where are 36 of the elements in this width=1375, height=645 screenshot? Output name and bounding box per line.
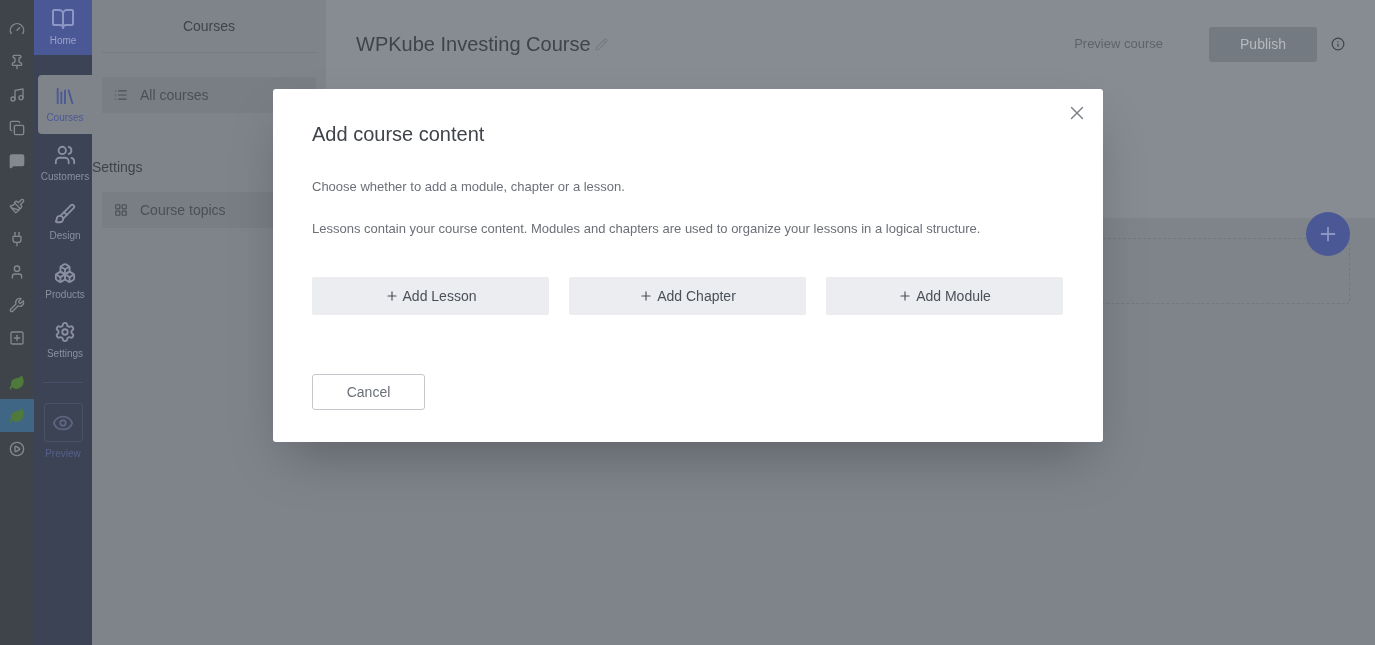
nav-tab[interactable]: Settings — [38, 311, 92, 370]
plus-icon — [384, 289, 399, 303]
users-icon — [54, 143, 76, 166]
add-fab[interactable] — [1306, 212, 1350, 256]
plug-icon[interactable] — [9, 230, 25, 247]
nav-tab[interactable]: Customers — [38, 134, 92, 193]
play-icon[interactable] — [9, 440, 25, 457]
leaf-icon[interactable] — [9, 374, 25, 391]
add-content-button[interactable]: Add Chapter — [569, 277, 806, 315]
gauge-icon[interactable] — [9, 20, 25, 37]
plus-icon — [898, 289, 913, 303]
book-icon — [51, 7, 75, 31]
info-icon[interactable] — [1331, 37, 1345, 51]
cancel-button[interactable]: Cancel — [312, 374, 425, 410]
user-icon[interactable] — [9, 263, 25, 280]
wrench-icon[interactable] — [9, 296, 25, 313]
add-content-button[interactable]: Add Lesson — [312, 277, 549, 315]
brush-icon[interactable] — [9, 197, 25, 214]
boxes-icon — [54, 261, 76, 284]
home-tab[interactable]: Home — [34, 0, 92, 55]
panel-title: Courses — [102, 0, 316, 53]
nav-tab[interactable]: Products — [38, 252, 92, 311]
pin-icon[interactable] — [9, 53, 25, 70]
course-title: WPKube Investing Course — [356, 32, 591, 57]
section-heading: Settings — [92, 158, 144, 177]
modal-title: Add course content — [312, 122, 486, 147]
list-icon — [114, 88, 128, 102]
nav-tab[interactable]: Design — [38, 193, 92, 252]
brush-icon — [54, 202, 76, 225]
music-icon[interactable] — [9, 86, 25, 103]
plus-icon — [639, 289, 654, 303]
comment-icon[interactable] — [9, 152, 25, 169]
pages-icon[interactable] — [9, 119, 25, 136]
grid-icon — [114, 203, 128, 217]
add-content-button[interactable]: Add Module — [826, 277, 1063, 315]
eye-icon — [43, 403, 83, 442]
